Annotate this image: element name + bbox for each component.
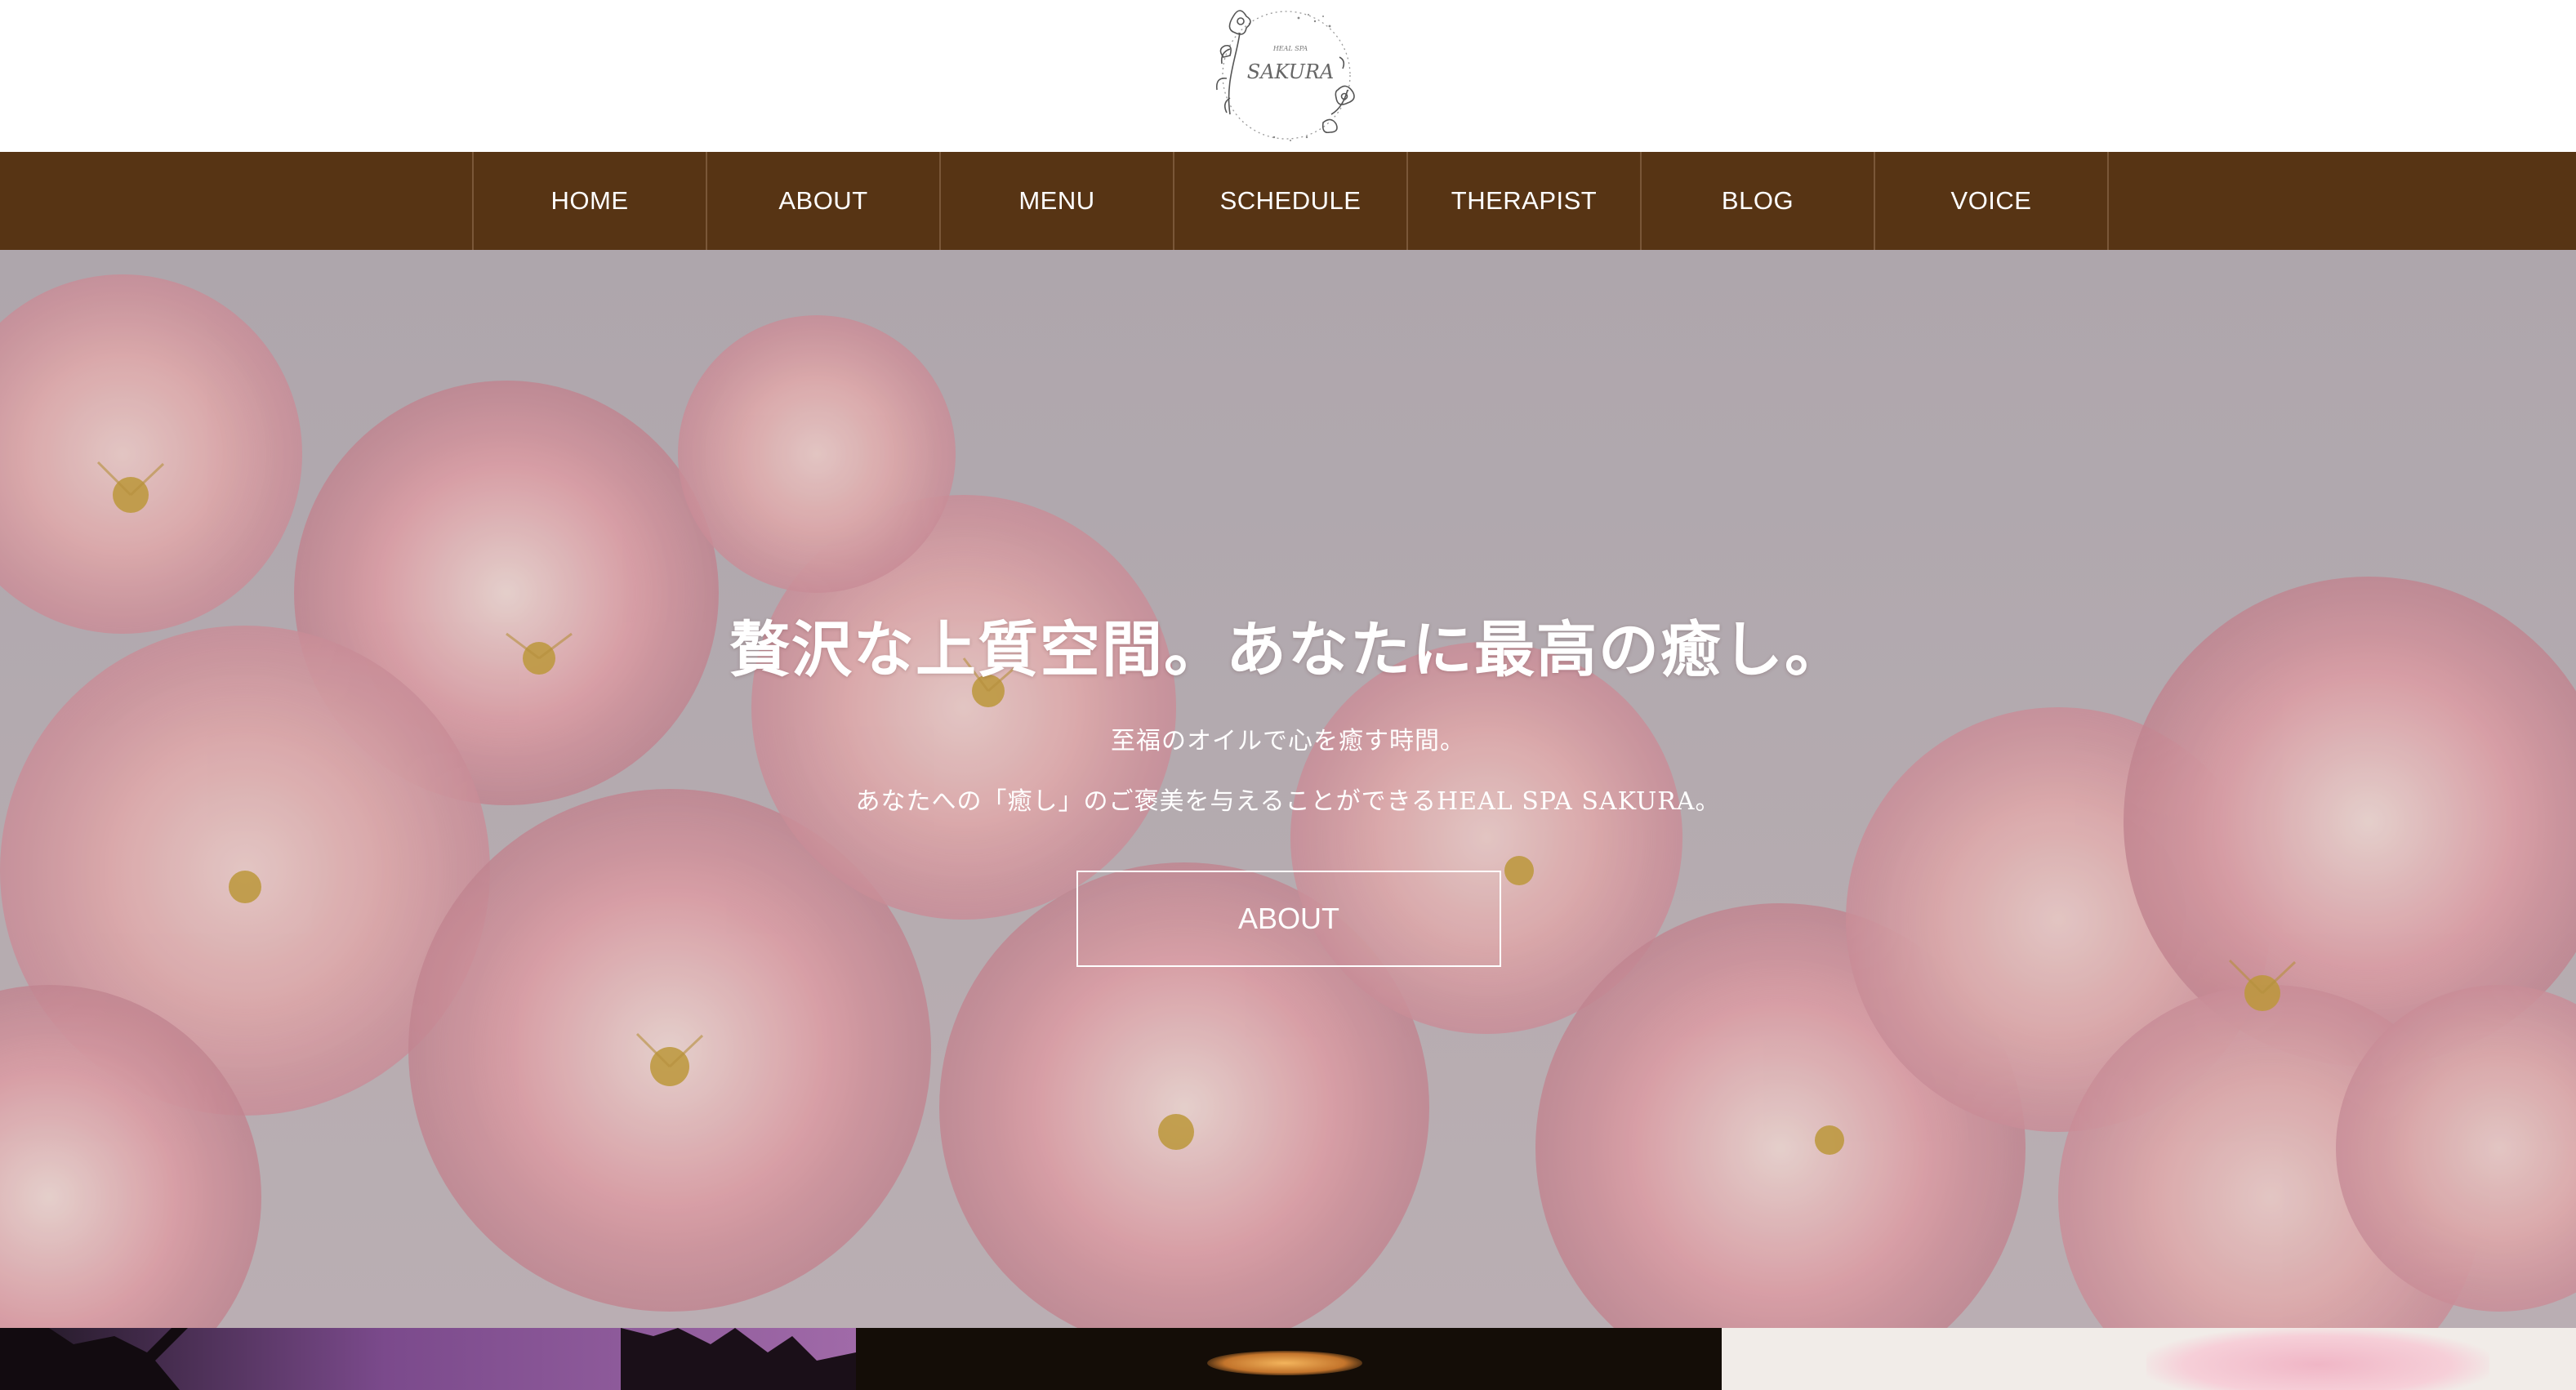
feature-tile-candle[interactable] (856, 1328, 1722, 1390)
hero-subtitle-line-1: 至福のオイルで心を癒す時間。 (1111, 727, 1465, 755)
main-nav: HOME ABOUT MENU SCHEDULE THERAPIST BLOG … (0, 152, 2576, 250)
nav-item-schedule[interactable]: SCHEDULE (1174, 152, 1408, 250)
feature-tiles (0, 1328, 2576, 1390)
svg-text:SAKURA: SAKURA (1247, 60, 1334, 83)
feature-tile-flower[interactable] (1722, 1328, 2576, 1390)
feature-tile-sunset[interactable] (0, 1328, 856, 1390)
nav-item-menu[interactable]: MENU (941, 152, 1174, 250)
pink-flower-image (2146, 1328, 2489, 1390)
site-logo[interactable]: HEAL SPA SAKURA (1201, 0, 1372, 147)
hero-title: 贅沢な上質空間。あなたに最高の癒し。 (729, 615, 1847, 685)
nav-list: HOME ABOUT MENU SCHEDULE THERAPIST BLOG … (472, 152, 2109, 250)
hero-section: 贅沢な上質空間。あなたに最高の癒し。 至福のオイルで心を癒す時間。 あなたへの「… (0, 250, 2576, 1328)
sakura-wreath-logo-icon: HEAL SPA SAKURA (1215, 10, 1355, 141)
site-header: HEAL SPA SAKURA (0, 0, 2576, 152)
nav-item-blog[interactable]: BLOG (1642, 152, 1875, 250)
nav-item-therapist[interactable]: THERAPIST (1408, 152, 1642, 250)
hero-subtitle-line-2: あなたへの「癒し」のご褒美を与えることができるHEAL SPA SAKURA。 (855, 787, 1721, 816)
nav-item-home[interactable]: HOME (474, 152, 707, 250)
candle-glow-image (1207, 1351, 1362, 1375)
about-button[interactable]: ABOUT (1076, 871, 1501, 967)
nav-item-about[interactable]: ABOUT (707, 152, 941, 250)
palm-trees-image (0, 1328, 856, 1390)
nav-item-voice[interactable]: VOICE (1875, 152, 2109, 250)
svg-text:HEAL SPA: HEAL SPA (1272, 45, 1308, 52)
